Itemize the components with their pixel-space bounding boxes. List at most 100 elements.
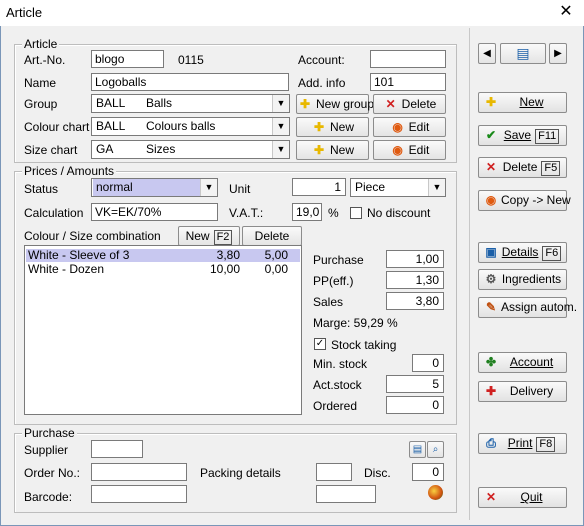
- size-name: Sizes: [146, 142, 176, 156]
- delivery-button[interactable]: ✚ Delivery: [478, 381, 567, 402]
- unit-type-value: Piece: [355, 180, 386, 194]
- record-list-icon[interactable]: ▤: [500, 43, 546, 64]
- arrow-right-icon: ▶: [554, 48, 562, 59]
- ingredients-button[interactable]: ⚙ Ingredients: [478, 269, 567, 290]
- colour-chart-select[interactable]: BALL Colours balls ▼: [91, 117, 290, 136]
- no-discount-label: No discount: [367, 206, 431, 220]
- combination-name: White - Dozen: [28, 262, 105, 276]
- size-chart-label: Size chart: [24, 143, 78, 157]
- combination-new-button[interactable]: New F2: [178, 226, 240, 246]
- quit-button[interactable]: ✕ Quit: [478, 487, 567, 508]
- chevron-down-icon[interactable]: ▼: [272, 141, 289, 158]
- sidebar-divider: [469, 28, 470, 520]
- details-key: F6: [542, 246, 562, 261]
- copy-label: Copy -> New: [501, 193, 571, 207]
- print-button[interactable]: ⎙ Print F8: [478, 433, 567, 454]
- stock-taking-checkbox[interactable]: ✓: [314, 338, 326, 350]
- supplier-search-icon[interactable]: ⌕: [427, 441, 444, 458]
- combination-delete-label: Delete: [254, 229, 290, 243]
- vat-label: V.A.T.:: [229, 206, 264, 220]
- name-field[interactable]: Logoballs: [91, 73, 289, 91]
- sales-price-label: Sales: [313, 295, 344, 309]
- list-item[interactable]: White - Sleeve of 3 3,80 5,00: [26, 249, 300, 262]
- account-field[interactable]: [370, 50, 446, 68]
- calculation-field[interactable]: VK=EK/70%: [91, 203, 218, 221]
- new-group-button[interactable]: ✚ New group: [296, 94, 374, 114]
- add-info-field[interactable]: 101: [370, 73, 446, 91]
- barcode-label: Barcode:: [24, 490, 73, 504]
- supplier-field[interactable]: [91, 440, 143, 458]
- delete-button[interactable]: ✕ Delete F5: [478, 157, 567, 178]
- act-stock-field[interactable]: 5: [386, 375, 444, 393]
- checkmark-icon: ✔: [485, 128, 497, 142]
- combination-label: Colour / Size combination: [24, 229, 161, 243]
- supplier-print-icon[interactable]: ▤: [409, 441, 426, 458]
- order-no-field[interactable]: [91, 463, 187, 481]
- unit-quantity-field[interactable]: 1: [292, 178, 346, 196]
- new-colour-button[interactable]: ✚ New: [296, 117, 369, 137]
- chevron-down-icon[interactable]: ▼: [428, 179, 445, 196]
- unit-type-select[interactable]: Piece ▼: [350, 178, 446, 197]
- nav-next-button[interactable]: ▶: [549, 43, 567, 64]
- group-select[interactable]: BALL Balls ▼: [91, 94, 290, 113]
- delete-key: F5: [541, 161, 561, 176]
- combination-value-2: 0,00: [264, 262, 288, 276]
- purchase-price-field[interactable]: 1,00: [386, 250, 444, 268]
- ordered-label: Ordered: [313, 399, 358, 413]
- pp-eff-field[interactable]: 1,30: [386, 271, 444, 289]
- chevron-down-icon[interactable]: ▼: [272, 95, 289, 112]
- copy-new-button[interactable]: ◉ Copy -> New: [478, 190, 571, 211]
- chevron-down-icon[interactable]: ▼: [272, 118, 289, 135]
- chevron-down-icon[interactable]: ▼: [200, 179, 217, 196]
- list-item[interactable]: White - Dozen 10,00 0,00: [26, 263, 300, 276]
- barcode-generate-icon[interactable]: [428, 485, 443, 500]
- size-chart-select[interactable]: GA Sizes ▼: [91, 140, 290, 159]
- colour-name: Colours balls: [146, 119, 216, 133]
- account-icon: ✤: [485, 355, 497, 369]
- min-stock-field[interactable]: 0: [412, 354, 444, 372]
- disc-field[interactable]: 0: [412, 463, 444, 481]
- combination-delete-button[interactable]: Delete: [242, 226, 302, 246]
- nav-prev-button[interactable]: ◀: [478, 43, 496, 64]
- barcode-extra-field[interactable]: [316, 485, 376, 503]
- status-label: Status: [24, 182, 59, 196]
- status-select[interactable]: normal ▼: [91, 178, 218, 197]
- vat-field[interactable]: 19,0: [292, 203, 322, 221]
- plus-icon: ✚: [485, 95, 497, 109]
- article-group-title: Article: [22, 37, 60, 51]
- sales-price-field[interactable]: 3,80: [386, 292, 444, 310]
- barcode-field[interactable]: [91, 485, 187, 503]
- act-stock-label: Act.stock: [313, 378, 362, 392]
- unit-label: Unit: [229, 182, 251, 196]
- close-icon[interactable]: ✕: [556, 3, 576, 21]
- ordered-field[interactable]: 0: [386, 396, 444, 414]
- edit-size-button[interactable]: ◉ Edit: [373, 140, 446, 160]
- save-button[interactable]: ✔ Save F11: [478, 125, 567, 146]
- purchase-price-label: Purchase: [313, 253, 364, 267]
- copy-icon: ◉: [485, 193, 497, 207]
- art-no-field[interactable]: blogo: [91, 50, 164, 68]
- edit-size-label: Edit: [408, 143, 430, 157]
- edit-colour-button[interactable]: ◉ Edit: [373, 117, 446, 137]
- no-discount-checkbox[interactable]: [350, 207, 362, 219]
- combination-list[interactable]: White - Sleeve of 3 3,80 5,00 White - Do…: [24, 245, 302, 415]
- new-size-button[interactable]: ✚ New: [296, 140, 369, 160]
- colour-code: BALL: [96, 119, 126, 133]
- combination-name: White - Sleeve of 3: [28, 248, 130, 262]
- new-size-label: New: [329, 143, 354, 157]
- title-bar: Article ✕: [0, 0, 584, 26]
- min-stock-label: Min. stock: [313, 357, 368, 371]
- new-button[interactable]: ✚ New: [478, 92, 567, 113]
- edit-icon: ◉: [392, 143, 403, 157]
- status-value: normal: [93, 179, 203, 196]
- plus-icon: ✚: [313, 120, 325, 134]
- packing-details-field[interactable]: [316, 463, 352, 481]
- assign-autom-button[interactable]: ✎ Assign autom.: [478, 297, 577, 318]
- pp-eff-label: PP(eff.): [313, 274, 354, 288]
- vat-unit: %: [328, 206, 339, 220]
- wand-icon: ✎: [485, 300, 497, 314]
- delete-label: Delete: [502, 160, 538, 174]
- details-button[interactable]: ▣ Details F6: [478, 242, 567, 263]
- delete-group-button[interactable]: ✕ Delete: [373, 94, 446, 114]
- account-button[interactable]: ✤ Account: [478, 352, 567, 373]
